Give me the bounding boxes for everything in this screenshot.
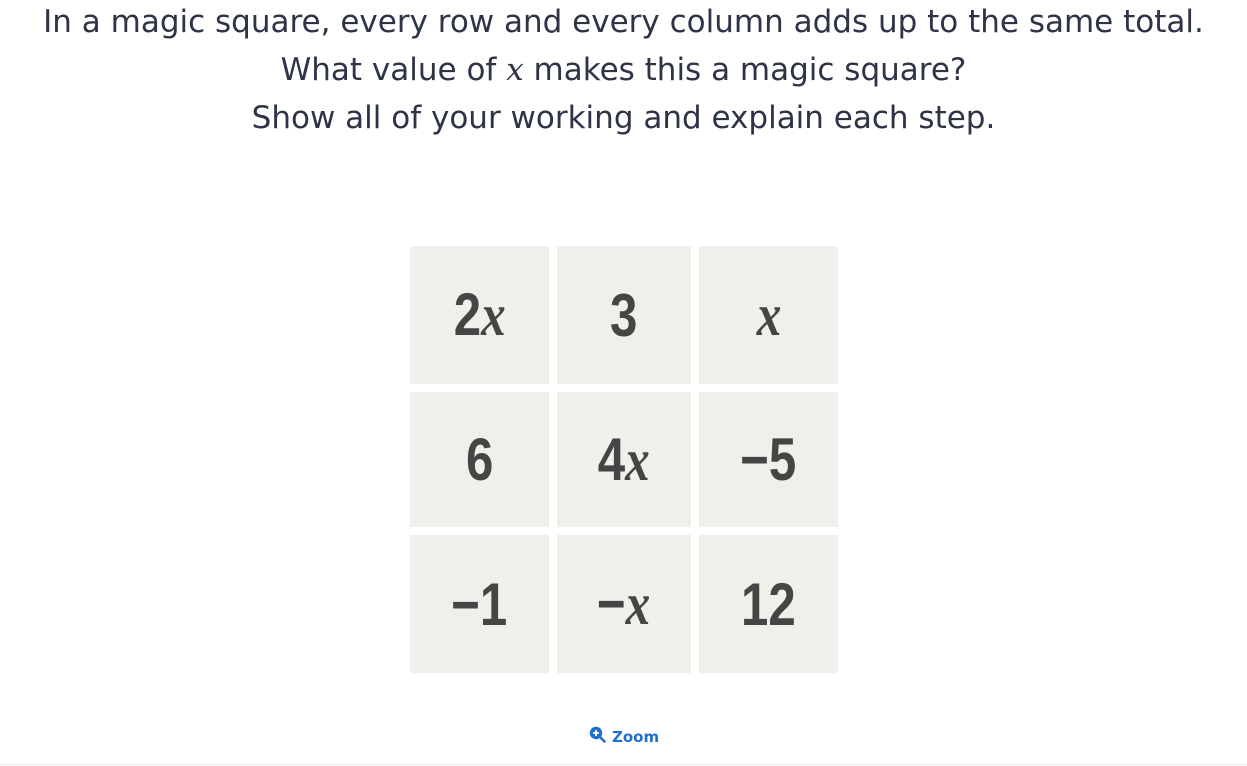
question-line-2-start: What value of <box>280 52 507 88</box>
cell-r2-c2: 4x <box>557 392 691 527</box>
cell-r2-c3: −5 <box>699 392 838 527</box>
zoom-button[interactable]: Zoom <box>589 726 659 747</box>
zoom-label: Zoom <box>612 727 660 746</box>
cell-r3-c2: −x <box>557 535 691 673</box>
divider <box>0 764 1247 765</box>
question-text: In a magic square, every row and every c… <box>40 0 1207 140</box>
question-line-2: What value of x makes this a magic squar… <box>40 48 1207 92</box>
cell-r1-c2: 3 <box>557 246 691 384</box>
magic-square-grid: 2x 3 x 6 4x −5 −1 −x 12 <box>410 246 838 673</box>
cell-r2-c1: 6 <box>410 392 549 527</box>
cell-r1-c3: x <box>699 246 838 384</box>
variable-x: x <box>506 52 524 88</box>
zoom-in-icon <box>589 726 606 747</box>
question-line-2-end: makes this a magic square? <box>523 52 967 88</box>
cell-r3-c1: −1 <box>410 535 549 673</box>
question-line-3: Show all of your working and explain eac… <box>251 100 996 136</box>
cell-r3-c3: 12 <box>699 535 838 673</box>
cell-r1-c1: 2x <box>410 246 549 384</box>
question-line-1: In a magic square, every row and every c… <box>43 4 1204 40</box>
